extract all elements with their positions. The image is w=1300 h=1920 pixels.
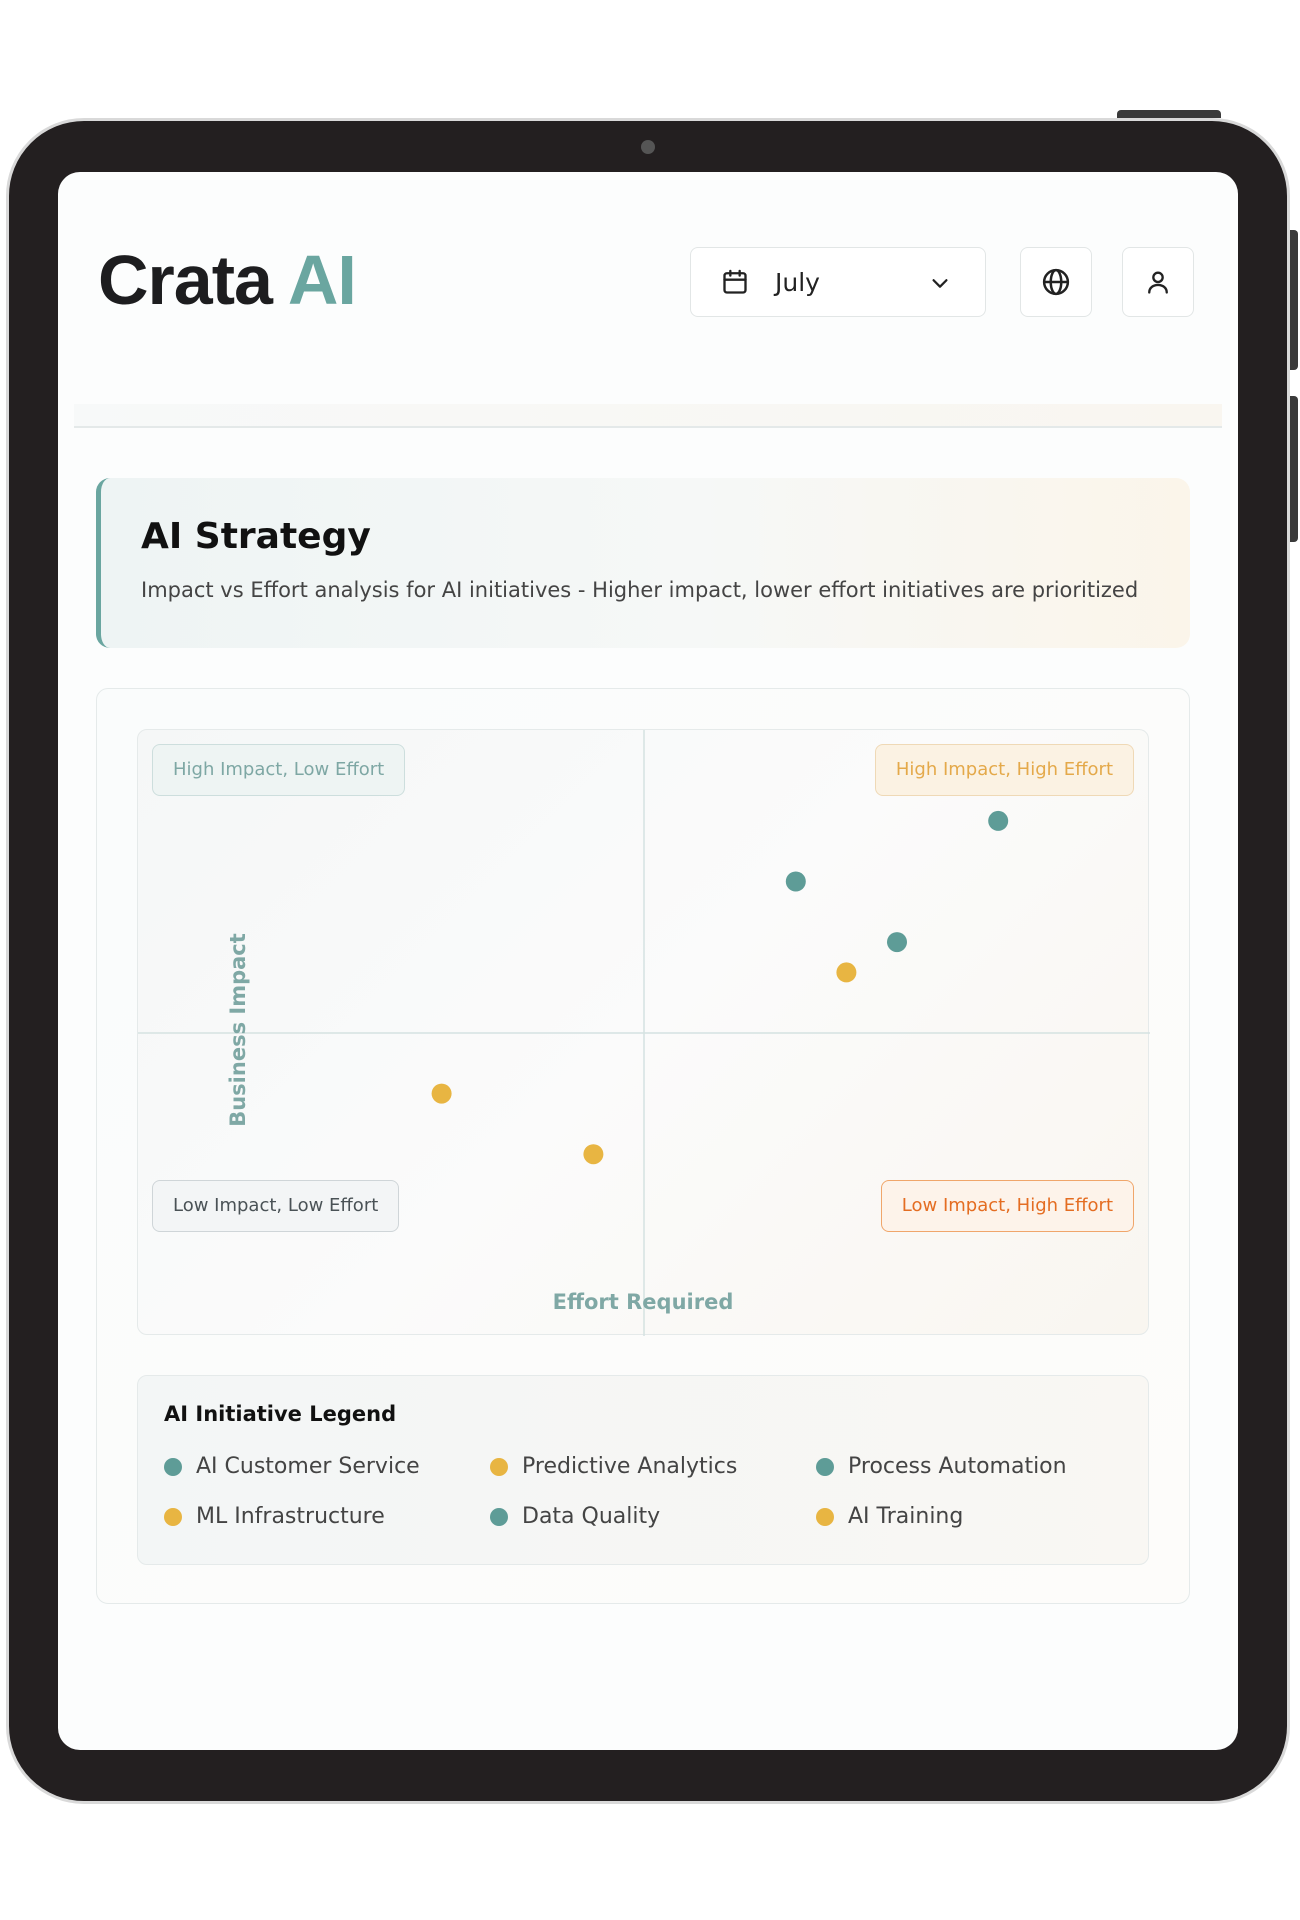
scatter-point-6[interactable] [583, 1144, 604, 1165]
y-axis-label: Business Impact [226, 933, 250, 1127]
month-select-value: July [775, 267, 820, 297]
legend-dot-icon [816, 1507, 834, 1526]
impact-effort-card: High Impact, Low Effort High Impact, Hig… [96, 688, 1190, 1604]
legend-item: ML Infrastructure [164, 1504, 385, 1529]
logo-accent: AI [287, 241, 357, 319]
legend-item: Process Automation [816, 1454, 1067, 1479]
legend-dot-icon [490, 1507, 508, 1526]
scatter-plot [138, 730, 1150, 1336]
page-title: AI Strategy [141, 516, 371, 557]
legend-item-label: ML Infrastructure [196, 1504, 385, 1529]
scatter-point-3[interactable] [887, 932, 907, 953]
camera-icon [641, 140, 655, 154]
scatter-point-5[interactable] [431, 1083, 452, 1104]
user-icon [1148, 271, 1168, 294]
month-select[interactable]: July [690, 247, 986, 317]
app-logo[interactable]: Crata AI [98, 240, 357, 320]
legend-item: Predictive Analytics [490, 1454, 737, 1479]
quadrant-label-high-impact-high-effort: High Impact, High Effort [874, 744, 1134, 796]
page-description: Impact vs Effort analysis for AI initiat… [141, 578, 1139, 602]
legend-item-label: Process Automation [848, 1454, 1067, 1479]
device-volume-down-button [1290, 396, 1298, 542]
language-button[interactable] [1020, 247, 1092, 317]
legend-item: Data Quality [490, 1504, 660, 1529]
legend-item: AI Customer Service [164, 1454, 420, 1479]
legend-dot-icon [816, 1457, 834, 1476]
header: Crata AI July [58, 172, 1238, 424]
quadrant-label-low-impact-high-effort: Low Impact, High Effort [880, 1180, 1134, 1232]
quadrant-label-high-impact-low-effort: High Impact, Low Effort [152, 744, 406, 796]
device-top-button [1117, 110, 1221, 118]
quadrant-label-low-impact-low-effort: Low Impact, Low Effort [152, 1180, 400, 1232]
legend-dot-icon [164, 1507, 182, 1526]
legend-item: AI Training [816, 1504, 963, 1529]
header-divider [74, 404, 1222, 428]
legend-item-label: Predictive Analytics [522, 1454, 738, 1479]
chevron-down-icon [932, 279, 948, 288]
app-screen: Crata AI July AI Strategy Impact vs Effo… [58, 172, 1238, 1750]
logo-primary: Crata [98, 241, 273, 319]
legend-dot-icon [164, 1457, 182, 1476]
scatter-point-4[interactable] [836, 962, 857, 983]
legend-item-label: Data Quality [522, 1504, 661, 1529]
scatter-point-2[interactable] [785, 871, 806, 892]
calendar-icon [723, 269, 747, 294]
scatter-point-1[interactable] [988, 810, 1009, 831]
legend-title: AI Initiative Legend [164, 1402, 397, 1426]
legend-dot-icon [490, 1457, 508, 1476]
user-button[interactable] [1122, 247, 1194, 317]
legend-item-label: AI Customer Service [196, 1454, 420, 1479]
strategy-banner: AI Strategy Impact vs Effort analysis fo… [96, 478, 1190, 648]
x-axis-label: Effort Required [552, 1290, 734, 1314]
legend-item-label: AI Training [848, 1504, 964, 1529]
device-volume-up-button [1290, 230, 1298, 370]
initiative-legend: AI Initiative Legend AI Customer Service… [137, 1375, 1149, 1565]
impact-effort-matrix: High Impact, Low Effort High Impact, Hig… [137, 729, 1150, 1336]
globe-icon [1042, 268, 1070, 296]
